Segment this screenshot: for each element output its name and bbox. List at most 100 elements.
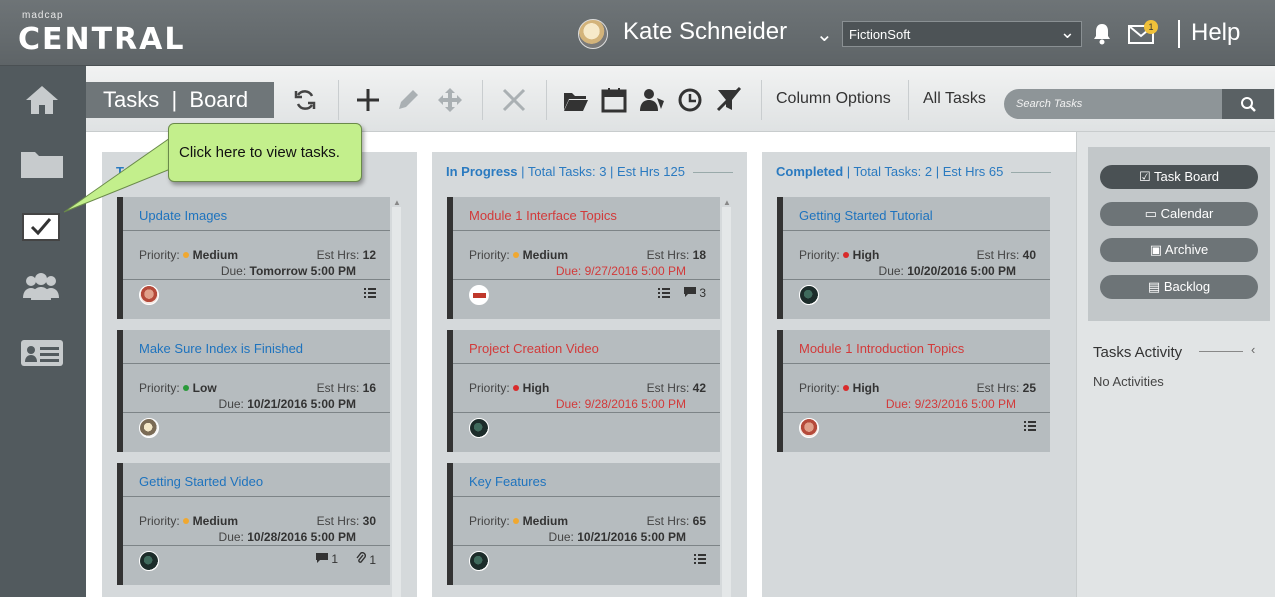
card-divider [453,279,720,280]
nav-tasks[interactable] [0,196,86,256]
notification-badge: 1 [1144,20,1158,34]
task-card[interactable]: Module 1 Interface Topics Priority: Mediu… [447,197,720,319]
org-select[interactable]: FictionSoft ⌄ [842,21,1082,47]
assignee-avatar[interactable] [799,285,819,305]
backlog-icon: ▤ [1147,279,1161,294]
due-date: Due: 10/28/2016 5:00 PM [219,530,356,544]
nav-projects[interactable] [0,134,86,194]
tasks-activity-title: Tasks Activity [1093,344,1183,361]
scroll-up-icon[interactable]: ▲ [723,198,731,207]
est-hours: Est Hrs: 16 [317,381,376,395]
due-date: Due: 10/20/2016 5:00 PM [879,264,1016,278]
task-title[interactable]: Getting Started Video [139,474,263,489]
column-title: Completed [776,164,844,179]
priority-value: High [852,381,880,395]
task-title[interactable]: Key Features [469,474,546,489]
priority: Priority: Medium [139,248,238,262]
assignee-avatar[interactable] [139,551,159,571]
nav-users[interactable] [0,258,86,318]
priority-value: Medium [192,514,239,528]
clear-filter-icon[interactable] [715,86,743,114]
user-menu-chevron-icon[interactable]: ⌄ [816,22,833,47]
task-title[interactable]: Module 1 Introduction Topics [799,341,964,356]
est-value: 42 [692,381,706,395]
list-icon[interactable] [658,288,670,298]
view-label: Backlog [1163,279,1211,294]
assignee-avatar[interactable] [469,551,489,571]
add-icon[interactable] [354,86,382,114]
task-card[interactable]: Key Features Priority: Medium Est Hrs: 65… [447,463,720,585]
list-icon[interactable] [694,554,706,564]
est-value: 40 [1022,248,1036,262]
due-label: Due: [555,264,582,278]
task-card[interactable]: Getting Started Video Priority: Medium Es… [117,463,390,585]
task-title[interactable]: Project Creation Video [469,341,599,356]
assignee-avatar[interactable] [799,418,819,438]
users-icon [23,273,59,300]
task-card[interactable]: Make Sure Index is Finished Priority: Low… [117,330,390,452]
assignee-avatar[interactable] [139,418,159,438]
collapse-chevron-icon[interactable]: ‹ [1251,342,1255,357]
priority-label: Priority: [139,514,180,528]
task-board-button[interactable]: ☑ Task Board [1100,165,1258,189]
assignee-avatar[interactable] [469,418,489,438]
all-tasks-filter[interactable]: All Tasks [923,90,986,108]
open-folder-icon[interactable] [562,86,590,114]
list-icon[interactable] [364,288,376,298]
calendar-button[interactable]: ▭ Calendar [1100,202,1258,226]
help-link[interactable]: Help [1191,19,1240,47]
comment-count[interactable]: 1 [315,552,338,566]
edit-pencil-icon[interactable] [394,86,422,114]
paperclip-icon [356,552,366,563]
home-icon [26,86,58,114]
priority-dot [182,518,189,524]
user-name[interactable]: Kate Schneider [623,18,787,46]
user-avatar[interactable] [578,19,608,49]
assignee-avatar[interactable] [139,285,159,305]
clock-icon[interactable] [677,86,705,114]
nav-home[interactable] [0,72,86,132]
comment-count[interactable]: 3 [683,286,706,300]
attachment-count-value: 1 [369,553,376,567]
task-title[interactable]: Update Images [139,208,227,223]
priority-label: Priority: [139,248,180,262]
priority-dot [182,252,189,258]
refresh-icon[interactable] [291,86,319,114]
column-scrollbar[interactable] [392,207,401,597]
delete-x-icon[interactable] [500,86,528,114]
search-input[interactable] [1004,89,1222,119]
column-scrollbar[interactable] [722,207,731,597]
task-card[interactable]: Getting Started Tutorial Priority: High E… [777,197,1050,319]
task-card[interactable]: Module 1 Introduction Topics Priority: Hi… [777,330,1050,452]
header-rule [692,172,733,174]
est-hours: Est Hrs: 40 [977,248,1036,262]
due-value: 9/23/2016 5:00 PM [914,397,1016,411]
archive-icon: ▣ [1149,242,1163,257]
assignee-avatar[interactable] [469,285,489,305]
task-card[interactable]: Update Images Priority: Medium Est Hrs: 1… [117,197,390,319]
scroll-up-icon[interactable]: ▲ [393,198,401,207]
task-card[interactable]: Project Creation Video Priority: High Est… [447,330,720,452]
task-title[interactable]: Module 1 Interface Topics [469,208,617,223]
archive-button[interactable]: ▣ Archive [1100,238,1258,262]
assign-user-icon[interactable] [638,86,666,114]
toolbar-divider [761,80,762,120]
attachment-count[interactable]: 1 [356,552,376,567]
due-label: Due: [555,397,582,411]
move-icon[interactable] [436,86,464,114]
column-est-hours: Est Hrs 65 [942,164,1004,179]
org-select-value: FictionSoft [849,27,911,42]
priority: Priority: Medium [469,248,568,262]
priority-label: Priority: [469,514,510,528]
column-options-button[interactable]: Column Options [776,90,891,108]
nav-profile[interactable] [0,320,86,380]
toolbar-divider [482,80,483,120]
backlog-button[interactable]: ▤ Backlog [1100,275,1258,299]
search-button[interactable] [1222,89,1274,119]
list-icon[interactable] [1024,421,1036,431]
task-title[interactable]: Getting Started Tutorial [799,208,933,223]
task-title[interactable]: Make Sure Index is Finished [139,341,303,356]
bell-icon[interactable] [1091,22,1113,46]
calendar-icon[interactable] [600,86,628,114]
column-est-hours: Est Hrs 125 [617,164,685,179]
